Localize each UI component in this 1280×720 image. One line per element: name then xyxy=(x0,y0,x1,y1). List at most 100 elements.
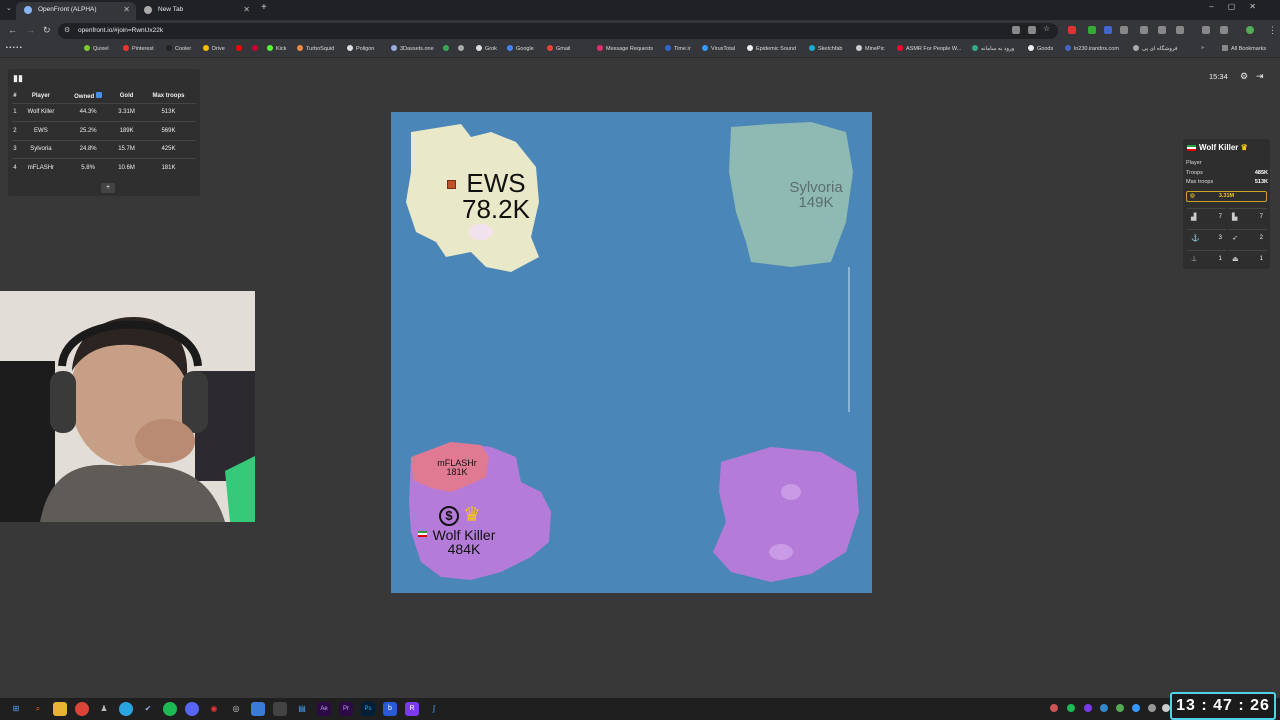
settings-gear-icon[interactable]: ⚙ xyxy=(1240,71,1248,82)
bookmark-star-icon[interactable]: ☆ xyxy=(1043,24,1051,33)
tray-icon[interactable] xyxy=(1116,704,1124,712)
reload-icon[interactable]: ↻ xyxy=(43,25,51,36)
premiere-icon[interactable]: Pr xyxy=(339,702,353,716)
tray-icon[interactable] xyxy=(1084,704,1092,712)
app-icon[interactable]: ♟ xyxy=(97,702,111,716)
unit-warship[interactable]: ⏏ 1 xyxy=(1228,250,1267,267)
search-icon[interactable]: ⌕ xyxy=(31,702,45,716)
table-row[interactable]: 3 Sylvoria 24.8% 15.7M 425K xyxy=(12,139,196,159)
leaderboard-toggle-icon[interactable]: ▮▮ xyxy=(13,73,23,84)
tray-icon[interactable] xyxy=(1162,704,1170,712)
bookmark-goods[interactable]: Goods xyxy=(1028,45,1053,52)
bookmark-message-requests[interactable]: Message Requests xyxy=(597,45,653,52)
bookmark-drive[interactable]: Drive xyxy=(203,45,225,52)
bookmark-epidemic-sound[interactable]: Epidemic Sound xyxy=(747,45,796,52)
unit-missile-silo[interactable]: ➶ 2 xyxy=(1228,229,1267,246)
extension-icon[interactable] xyxy=(1088,26,1096,34)
bookmark-persian-login[interactable]: ورود به سامانه xyxy=(972,45,1014,52)
tab-search-icon[interactable]: ⌄ xyxy=(6,4,12,12)
app-icon[interactable]: ▤ xyxy=(295,702,309,716)
owned-header[interactable]: Owned xyxy=(64,89,112,103)
tray-icon[interactable] xyxy=(1067,704,1075,712)
tray-icon[interactable] xyxy=(1148,704,1156,712)
site-info-icon[interactable]: ⚙ xyxy=(64,23,70,39)
bookmark-3dassets[interactable]: 3Dassets.one xyxy=(391,45,434,52)
app-icon[interactable]: ◉ xyxy=(207,702,221,716)
bookmark-youtube[interactable] xyxy=(236,45,245,52)
bookmark-circle[interactable] xyxy=(458,45,467,52)
tray-icon[interactable] xyxy=(1050,704,1058,712)
extension-icon[interactable] xyxy=(1104,26,1112,34)
bookmark-asmr[interactable]: ASMR For People W... xyxy=(897,45,961,52)
github-icon[interactable]: ◎ xyxy=(229,702,243,716)
bookmark-cooler[interactable]: Cooler xyxy=(166,45,191,52)
extension-icon[interactable] xyxy=(1158,26,1166,34)
extension-icon[interactable] xyxy=(1202,26,1210,34)
tray-icon[interactable] xyxy=(1100,704,1108,712)
game-map[interactable]: EWS 78.2K Sylvoria 149K mFLASHr 181K $ ♛… xyxy=(391,112,872,593)
extension-icon[interactable] xyxy=(1220,26,1228,34)
extension-icon[interactable] xyxy=(1140,26,1148,34)
close-tab-icon[interactable]: ✕ xyxy=(243,2,250,18)
unit-port[interactable]: ⚓ 3 xyxy=(1187,229,1226,246)
app-icon[interactable] xyxy=(251,702,265,716)
bookmark-kick[interactable]: Kick xyxy=(267,45,286,52)
unit-city[interactable]: ▟ 7 xyxy=(1187,208,1226,225)
app-icon[interactable]: b xyxy=(383,702,397,716)
chrome-icon[interactable] xyxy=(75,702,89,716)
table-row[interactable]: 4 mFLASHr 5.8% 10.6M 181K xyxy=(12,158,196,177)
bookmark-quixel[interactable]: Quixel xyxy=(84,45,109,52)
url-field[interactable]: ⚙ openfront.io/#join=RwnUx22k xyxy=(58,23,1058,39)
max-troops-header[interactable]: Max troops xyxy=(141,89,196,103)
exit-game-icon[interactable]: ⇥ xyxy=(1256,71,1264,82)
leaderboard-expand-button[interactable]: + xyxy=(101,183,115,193)
unit-factory[interactable]: ▙ 7 xyxy=(1228,208,1267,225)
bookmarks-chevron-icon[interactable]: » xyxy=(1201,45,1204,51)
photoshop-icon[interactable]: Ps xyxy=(361,702,375,716)
bookmark-gmail[interactable]: Gmail xyxy=(547,45,570,52)
bookmark-irandns[interactable]: ln230.irandns.com xyxy=(1065,45,1119,52)
extensions-puzzle-icon[interactable] xyxy=(1176,26,1184,34)
new-tab-button[interactable]: + xyxy=(261,2,267,13)
app-icon[interactable]: ∫ xyxy=(427,702,441,716)
file-explorer-icon[interactable] xyxy=(53,702,67,716)
tab-new-tab[interactable]: New Tab ✕ xyxy=(136,2,256,20)
extension-icon[interactable] xyxy=(1120,26,1128,34)
bookmark-green[interactable] xyxy=(443,45,452,52)
window-controls[interactable]: –▢✕ xyxy=(1209,2,1270,11)
bookmark-poligon[interactable]: Poligon xyxy=(347,45,374,52)
bookmark-pinterest[interactable]: Pinterest xyxy=(123,45,154,52)
spotify-icon[interactable] xyxy=(163,702,177,716)
bookmark-red[interactable] xyxy=(252,45,261,52)
unit-sam-launcher[interactable]: ⊥ 1 xyxy=(1187,250,1226,267)
discord-icon[interactable] xyxy=(185,702,199,716)
terminal-icon[interactable] xyxy=(273,702,287,716)
all-bookmarks[interactable]: All Bookmarks xyxy=(1222,45,1266,52)
app-icon[interactable]: R xyxy=(405,702,419,716)
bookmark-sketchfab[interactable]: Sketchfab xyxy=(809,45,842,52)
table-row[interactable]: 1 Wolf Killer 44.3% 3.31M 513K xyxy=(12,102,196,122)
gold-header[interactable]: Gold xyxy=(112,89,141,103)
cast-icon[interactable] xyxy=(1012,26,1020,34)
menu-icon[interactable]: ⋮ xyxy=(1268,25,1277,36)
bookmark-minepic[interactable]: MinePic xyxy=(856,45,885,52)
profile-avatar-icon[interactable] xyxy=(1246,26,1254,34)
bookmark-turbosquid[interactable]: TurboSquid xyxy=(297,45,334,52)
bookmark-time-ir[interactable]: Time.ir xyxy=(665,45,691,52)
app-icon[interactable]: ✔ xyxy=(141,702,155,716)
tab-openfront[interactable]: OpenFront (ALPHA) ✕ xyxy=(16,2,136,20)
extension-icon[interactable] xyxy=(1068,26,1076,34)
telegram-icon[interactable] xyxy=(119,702,133,716)
after-effects-icon[interactable]: Ae xyxy=(317,702,331,716)
system-clock[interactable]: 13 : 47 : 26 xyxy=(1170,692,1276,720)
bookmark-persian-shop[interactable]: فروشگاه ای پی xyxy=(1133,45,1178,52)
player-header[interactable]: Player xyxy=(18,89,64,103)
windows-start-icon[interactable]: ⊞ xyxy=(9,702,23,716)
eye-off-icon[interactable] xyxy=(1028,26,1036,34)
table-row[interactable]: 2 EWS 25.2% 189K 569K xyxy=(12,121,196,140)
tray-icon[interactable] xyxy=(1132,704,1140,712)
bookmark-virustotal[interactable]: VirusTotal xyxy=(702,45,735,52)
close-tab-icon[interactable]: ✕ xyxy=(123,2,130,18)
bookmark-icons[interactable]: ▪ ▪ ▪ ▪ ▪ xyxy=(6,45,22,51)
bookmark-grok[interactable]: Grok xyxy=(476,45,497,52)
